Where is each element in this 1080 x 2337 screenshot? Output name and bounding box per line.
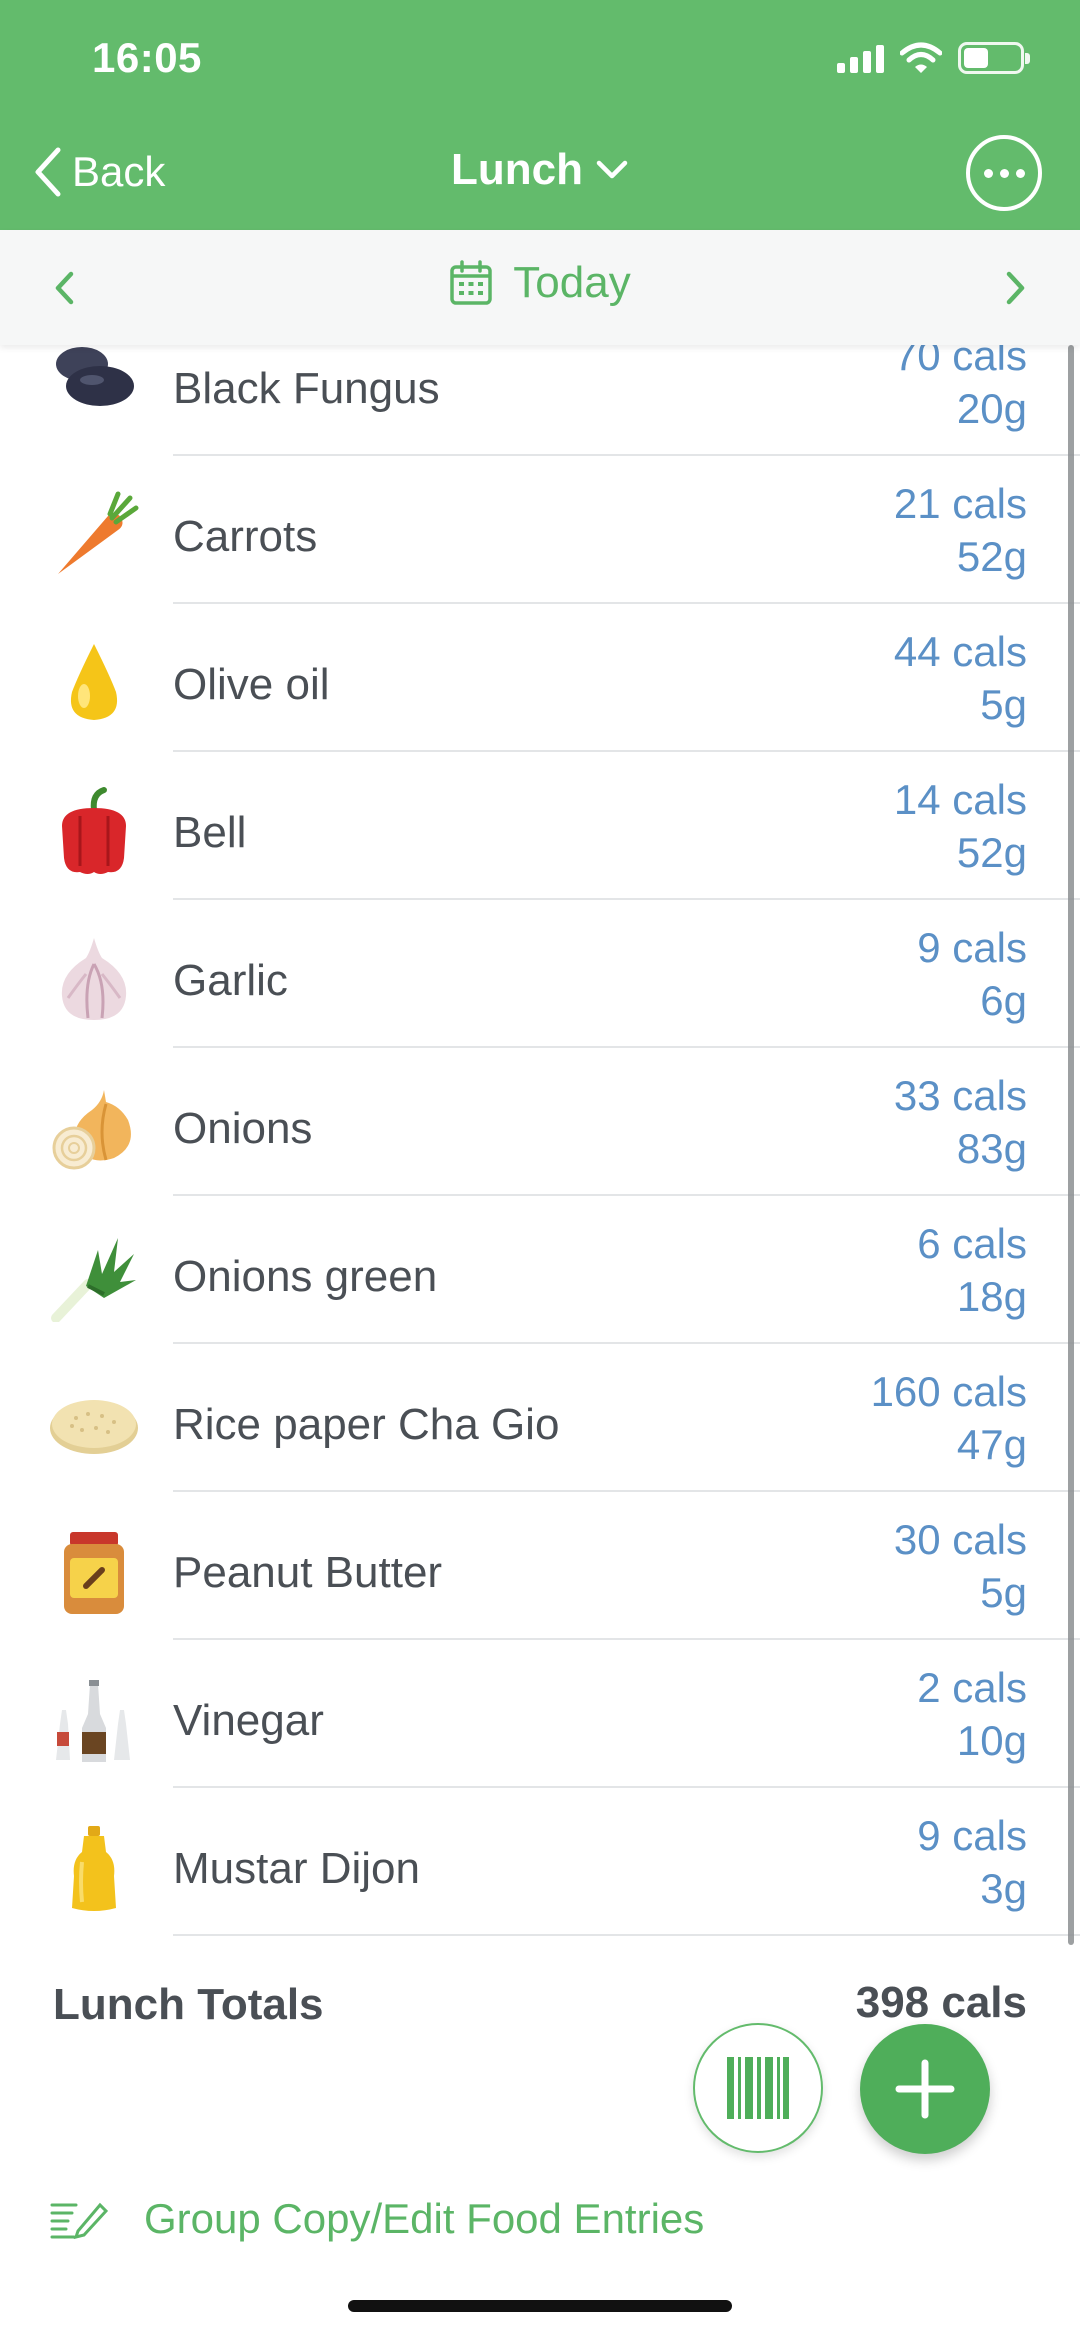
- food-calories: 70 cals: [893, 345, 1027, 379]
- onion-icon: [48, 1082, 140, 1174]
- food-name: Rice paper Cha Gio: [173, 1400, 560, 1449]
- battery-icon: [958, 42, 1030, 74]
- wifi-icon: [900, 42, 942, 73]
- food-amount: 3g: [980, 1865, 1027, 1912]
- edit-list-icon: [50, 2202, 108, 2239]
- food-name: Onions green: [173, 1252, 438, 1301]
- food-calories: 2 cals: [917, 1664, 1027, 1711]
- food-amount: 5g: [980, 1569, 1027, 1616]
- food-row[interactable]: Bell 14 cals 52g: [0, 752, 1080, 900]
- food-row[interactable]: Onions green 6 cals 18g: [0, 1196, 1080, 1344]
- plus-icon: [895, 2059, 955, 2119]
- food-row[interactable]: Rice paper Cha Gio 160 cals 47g: [0, 1344, 1080, 1492]
- food-amount: 52g: [956, 829, 1027, 876]
- next-day-button[interactable]: [996, 262, 1036, 314]
- food-name: Peanut Butter: [173, 1548, 443, 1597]
- food-name: Mustar Dijon: [173, 1844, 420, 1893]
- food-calories: 9 cals: [917, 1812, 1027, 1859]
- food-name: Carrots: [173, 512, 318, 561]
- food-name: Olive oil: [173, 660, 330, 709]
- food-name: Black Fungus: [173, 364, 440, 413]
- status-icons: [837, 40, 1030, 76]
- more-options-button[interactable]: [966, 135, 1042, 211]
- food-amount: 18g: [956, 1273, 1027, 1320]
- food-entries-list: Black Fungus 70 cals 20g Carrots 21 cals…: [0, 345, 1080, 1943]
- add-food-button[interactable]: [860, 2024, 990, 2154]
- food-row[interactable]: Peanut Butter 30 cals 5g: [0, 1492, 1080, 1640]
- app-header: 16:05 Back Lunch: [0, 0, 1080, 230]
- totals-label: Lunch Totals: [53, 1980, 324, 2029]
- battery-level: [964, 48, 988, 68]
- food-row[interactable]: Vinegar 2 cals 10g: [0, 1640, 1080, 1788]
- garlic-icon: [48, 934, 140, 1026]
- food-calories: 44 cals: [893, 628, 1027, 675]
- food-calories: 30 cals: [893, 1516, 1027, 1563]
- food-row[interactable]: Onions 33 cals 83g: [0, 1048, 1080, 1196]
- food-amount: 6g: [980, 977, 1027, 1024]
- food-name: Vinegar: [173, 1696, 324, 1745]
- food-amount: 52g: [956, 533, 1027, 580]
- food-row[interactable]: Olive oil 44 cals 5g: [0, 604, 1080, 752]
- meal-title: Lunch: [451, 145, 583, 194]
- meal-selector[interactable]: Lunch: [0, 145, 1080, 195]
- food-amount: 20g: [956, 385, 1027, 432]
- food-name: Garlic: [173, 956, 288, 1005]
- row-divider: [173, 1934, 1080, 1936]
- food-calories: 33 cals: [893, 1072, 1027, 1119]
- food-row[interactable]: Mustar Dijon 9 cals 3g: [0, 1788, 1080, 1936]
- barcode-icon: [727, 2057, 789, 2119]
- food-calories: 6 cals: [917, 1220, 1027, 1267]
- food-name: Onions: [173, 1104, 313, 1153]
- green-onion-icon: [48, 1230, 140, 1322]
- date-navigation-bar: Today: [0, 230, 1080, 345]
- totals-value: 398 cals: [855, 1978, 1027, 2027]
- food-row[interactable]: Black Fungus 70 cals 20g: [0, 345, 1080, 456]
- food-amount: 83g: [956, 1125, 1027, 1172]
- date-picker[interactable]: Today: [0, 258, 1080, 311]
- chevron-down-icon: [596, 160, 628, 179]
- food-name: Bell: [173, 808, 247, 857]
- cellular-signal-icon: [837, 43, 884, 73]
- date-label: Today: [513, 258, 631, 307]
- food-calories: 14 cals: [893, 776, 1027, 823]
- group-copy-label: Group Copy/Edit Food Entries: [144, 2195, 705, 2242]
- food-calories: 160 cals: [870, 1368, 1027, 1415]
- food-calories: 9 cals: [917, 924, 1027, 971]
- scan-barcode-button[interactable]: [693, 2023, 823, 2153]
- mustard-bottle-icon: [48, 1822, 140, 1914]
- home-indicator[interactable]: [348, 2300, 732, 2312]
- food-amount: 47g: [956, 1421, 1027, 1468]
- calendar-icon: [450, 260, 493, 305]
- food-row[interactable]: Garlic 9 cals 6g: [0, 900, 1080, 1048]
- food-row[interactable]: Carrots 21 cals 52g: [0, 456, 1080, 604]
- bell-pepper-icon: [48, 786, 140, 878]
- food-amount: 5g: [980, 681, 1027, 728]
- chevron-right-icon: [1006, 271, 1025, 305]
- list-scrollbar[interactable]: [1068, 345, 1074, 1945]
- food-amount: 10g: [956, 1717, 1027, 1764]
- oil-drop-icon: [48, 638, 140, 730]
- status-time: 16:05: [92, 34, 202, 81]
- food-calories: 21 cals: [893, 480, 1027, 527]
- peanut-butter-jar-icon: [48, 1526, 140, 1618]
- rice-paper-icon: [48, 1378, 140, 1470]
- group-copy-edit-link[interactable]: Group Copy/Edit Food Entries: [50, 2195, 704, 2243]
- vinegar-bottles-icon: [48, 1674, 140, 1766]
- black-fungus-icon: [48, 345, 140, 434]
- carrot-icon: [48, 490, 140, 582]
